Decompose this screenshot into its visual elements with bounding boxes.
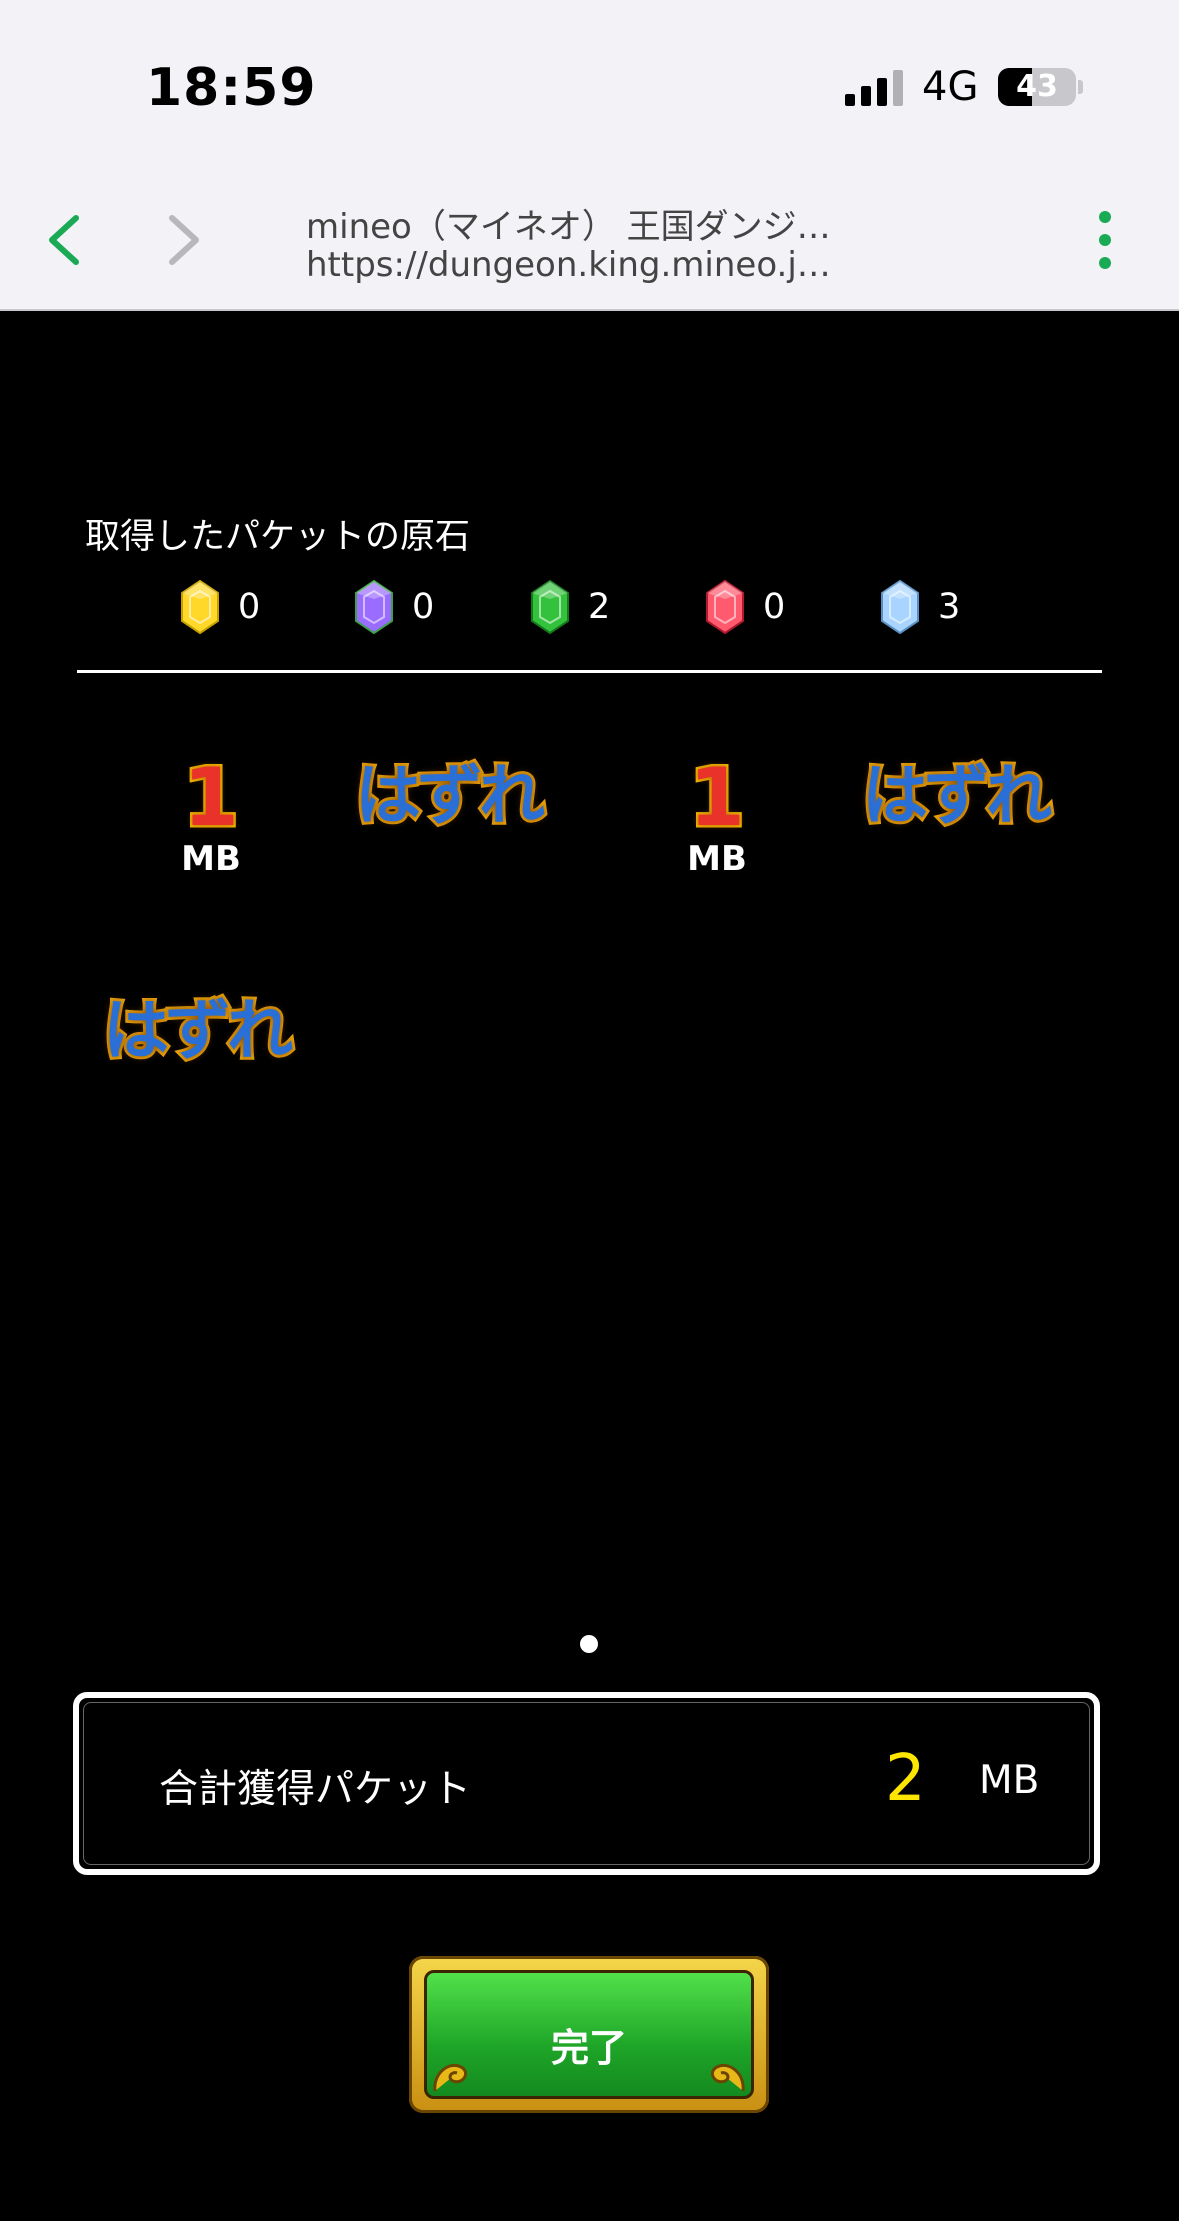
gem-count: 2: [588, 587, 611, 627]
prize-unit: MB: [687, 839, 747, 879]
gem-count: 0: [238, 587, 261, 627]
total-value: 2: [885, 1742, 926, 1816]
prize-value: 1: [181, 751, 242, 844]
gem-count: 0: [412, 587, 435, 627]
network-type: 4G: [922, 64, 979, 110]
back-arrow-icon[interactable]: [38, 210, 98, 270]
gem-light-blue: 3: [880, 577, 960, 637]
prize-unit: MB: [181, 839, 241, 879]
gem-yellow-icon: [181, 579, 219, 635]
prize-value: 1: [687, 751, 748, 844]
signal-strength-icon: [845, 70, 903, 106]
forward-arrow-icon[interactable]: [150, 210, 210, 270]
done-button[interactable]: 完了: [409, 1956, 769, 2113]
status-bar: 18:59 4G 43: [0, 0, 1179, 175]
gem-purple-icon: [355, 579, 393, 635]
prize-miss-text: はずれ: [352, 754, 548, 837]
gems-title: 取得したパケットの原石: [85, 517, 471, 557]
status-time: 18:59: [146, 58, 317, 118]
game-results-screen: 取得したパケットの原石 00203 1 MB はずれ 1 MB はずれ はずれ 合計獲得パケ…: [0, 311, 1179, 2221]
prize-miss: はずれ: [100, 986, 323, 1076]
ornament-right-icon: [711, 2064, 745, 2092]
prize-miss-text: はずれ: [100, 989, 296, 1072]
total-label: 合計獲得パケット: [159, 1767, 472, 1812]
page-url[interactable]: https://dungeon.king.mineo.j…: [306, 245, 866, 285]
gem-count: 0: [763, 587, 786, 627]
gem-yellow: 0: [180, 577, 260, 637]
page-indicator-dot[interactable]: [580, 1635, 598, 1653]
prize-miss: はずれ: [859, 751, 1082, 841]
ornament-left-icon: [433, 2064, 467, 2092]
total-unit: MB: [979, 1758, 1040, 1803]
gem-red: 0: [705, 577, 785, 637]
prize-miss: はずれ: [352, 751, 575, 841]
prize-mb: 1 MB: [156, 751, 266, 897]
gem-green-icon: [531, 579, 569, 635]
battery-level: 43: [1016, 69, 1058, 104]
gem-purple: 0: [354, 577, 434, 637]
battery-icon: 43: [998, 68, 1076, 106]
prize-mb: 1 MB: [662, 751, 772, 897]
browser-toolbar: mineo（マイネオ） 王国ダンジ… https://dungeon.king.…: [0, 175, 1179, 311]
gem-red-icon: [706, 579, 744, 635]
page-title[interactable]: mineo（マイネオ） 王国ダンジ…: [306, 199, 866, 248]
prize-miss-text: はずれ: [859, 754, 1055, 837]
total-packet-box: 合計獲得パケット 2 MB: [73, 1692, 1100, 1875]
more-menu-icon[interactable]: [1085, 205, 1125, 275]
gem-light-blue-icon: [881, 579, 919, 635]
gem-green: 2: [530, 577, 610, 637]
battery-tip: [1078, 80, 1083, 94]
divider: [77, 670, 1102, 673]
gem-count: 3: [938, 587, 961, 627]
